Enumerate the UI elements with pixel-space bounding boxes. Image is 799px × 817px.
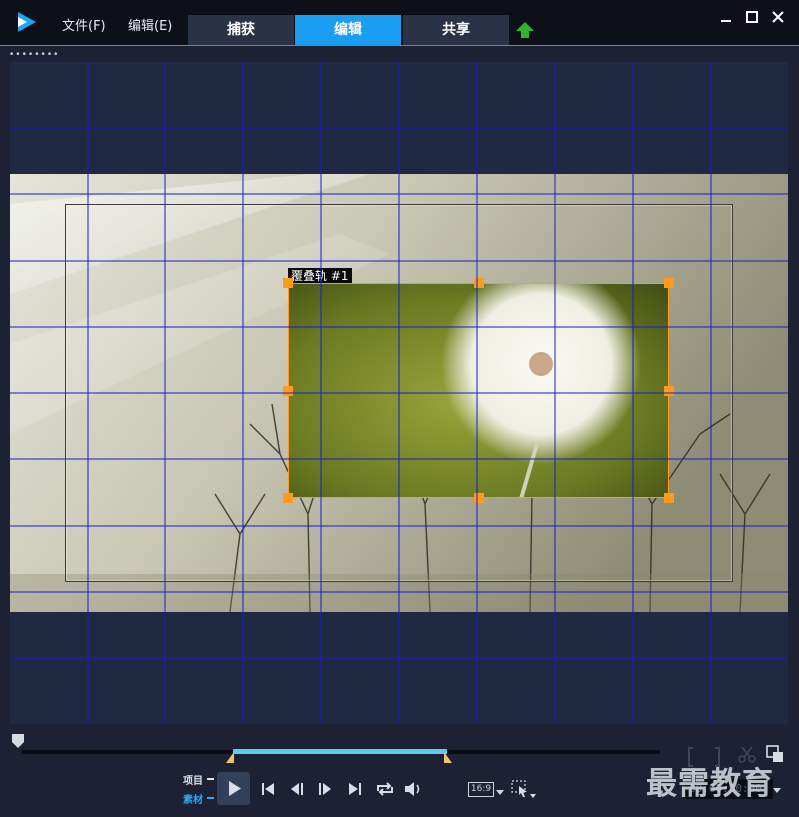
resize-handle-top-right[interactable] (664, 278, 674, 288)
menu-edit[interactable]: 编辑(E) (128, 15, 172, 34)
resize-handle-right[interactable] (664, 386, 674, 396)
tab-capture[interactable]: 捕获 (188, 15, 294, 45)
menu-file[interactable]: 文件(F) (62, 15, 106, 34)
tab-accent-line (0, 45, 799, 46)
resize-handle-bottom-right[interactable] (664, 493, 674, 503)
upload-arrow-icon[interactable] (515, 21, 535, 41)
trim-start-marker[interactable] (226, 752, 234, 763)
resize-handle-bottom[interactable] (474, 493, 484, 503)
close-icon[interactable] (769, 8, 787, 26)
mode-clip-dash (207, 797, 214, 799)
mode-project[interactable]: 项目 (183, 772, 203, 787)
change-display-size-icon[interactable] (511, 780, 537, 800)
volume-icon[interactable] (403, 780, 423, 798)
aspect-ratio-button[interactable]: 16:9 (468, 782, 494, 797)
timecode-dropdown-icon[interactable] (773, 788, 781, 793)
step-forward-icon[interactable] (315, 780, 333, 798)
step-back-icon[interactable] (289, 780, 307, 798)
trim-end-marker[interactable] (444, 752, 452, 763)
tab-edit[interactable]: 编辑 (295, 15, 401, 45)
maximize-icon[interactable] (743, 8, 761, 26)
play-icon (229, 781, 241, 796)
trim-range-bar[interactable] (233, 749, 447, 754)
resize-handle-top-left[interactable] (283, 278, 293, 288)
panel-grip[interactable]: •••••••• (9, 51, 59, 60)
minimize-icon[interactable] (717, 8, 735, 26)
start-icon[interactable] (259, 780, 277, 798)
overlay-track-label: 覆叠轨 #1 (288, 268, 352, 284)
dandelion-image (289, 284, 668, 497)
overlay-clip[interactable] (288, 283, 669, 498)
mode-clip[interactable]: 素材 (183, 791, 203, 806)
mode-project-dash (207, 778, 214, 780)
resize-handle-top[interactable] (474, 278, 484, 288)
tab-share[interactable]: 共享 (403, 15, 509, 45)
app-logo-icon[interactable] (16, 11, 38, 33)
resize-handle-left[interactable] (283, 386, 293, 396)
repeat-icon[interactable] (374, 780, 396, 798)
scrubber-handle[interactable] (12, 734, 24, 748)
watermark: 最需教育 (646, 766, 774, 802)
title-bar: 文件(F) 编辑(E) 捕获 编辑 共享 (0, 0, 799, 46)
end-icon[interactable] (346, 780, 364, 798)
aspect-ratio-dropdown-icon[interactable] (496, 790, 504, 795)
resize-handle-bottom-left[interactable] (283, 493, 293, 503)
play-button[interactable] (217, 772, 250, 805)
